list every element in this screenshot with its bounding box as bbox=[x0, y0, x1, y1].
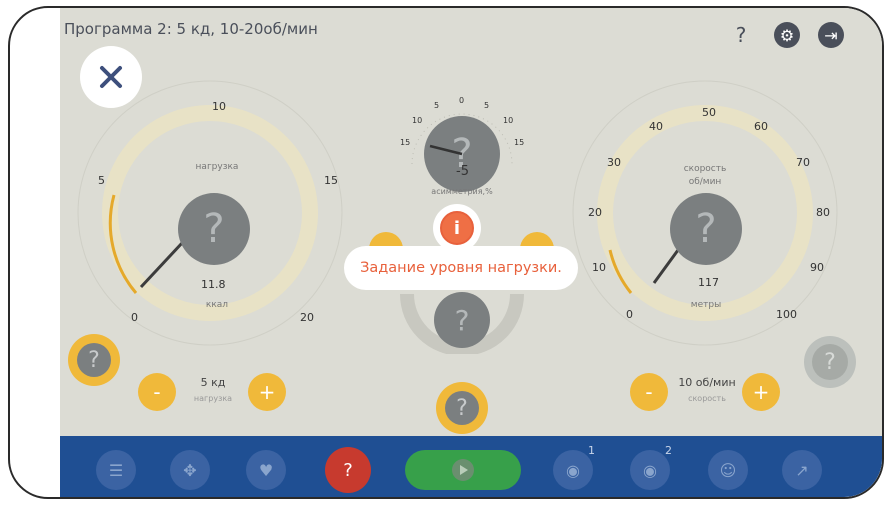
arrows-icon[interactable]: ✥ bbox=[170, 450, 210, 490]
asymmetry-tick-10-right: 10 bbox=[503, 116, 514, 125]
chart-icon[interactable]: ↗ bbox=[782, 450, 822, 490]
exit-icon[interactable]: ⇥ bbox=[818, 22, 844, 48]
right-help-button[interactable]: ? bbox=[804, 336, 856, 388]
speed-tick-80: 80 bbox=[816, 206, 830, 219]
bottom-toolbar: ☰ ✥ ♥ ? ◉ 1 ◉ 2 ☺ ↗ bbox=[60, 436, 882, 497]
center-help-button[interactable]: ? bbox=[436, 382, 488, 434]
help-icon[interactable]: ? bbox=[325, 447, 371, 493]
speed-tick-40: 40 bbox=[649, 120, 663, 133]
speed-gauge-label: скорость bbox=[683, 164, 727, 174]
heart-icon[interactable]: ♥ bbox=[246, 450, 286, 490]
question-icon[interactable]: ? bbox=[728, 22, 754, 48]
speed-tick-50: 50 bbox=[702, 106, 716, 119]
tooltip-text: Задание уровня нагрузки. bbox=[360, 260, 562, 276]
eye-icon[interactable]: ◉ 2 bbox=[630, 444, 672, 490]
speed-gauge-label-unit: об/мин bbox=[688, 177, 722, 187]
eye-badge-2: 2 bbox=[665, 444, 672, 457]
load-gauge: 0 5 10 15 20 нагрузка ? 11.8 ккал bbox=[75, 78, 345, 348]
eye-badge-1: 1 bbox=[588, 444, 595, 457]
cadence-question-icon: ? bbox=[434, 292, 490, 348]
speed-tick-90: 90 bbox=[810, 261, 824, 274]
eye-icon[interactable]: ◉ 1 bbox=[553, 444, 595, 490]
info-icon-glyph: i bbox=[440, 211, 474, 245]
asymmetry-gauge: ? 15 10 5 0 5 10 15 -5 асимметрия,% bbox=[392, 94, 532, 204]
play-icon[interactable] bbox=[405, 450, 521, 490]
speed-gauge: 0 10 20 30 40 50 60 70 80 90 100 скорост… bbox=[570, 78, 840, 348]
load-gauge-value: 11.8 bbox=[201, 278, 226, 291]
close-button[interactable] bbox=[80, 46, 142, 108]
asymmetry-tick-15-left: 15 bbox=[400, 138, 411, 147]
load-tick-5: 5 bbox=[98, 174, 105, 187]
load-gauge-unit: ккал bbox=[205, 300, 229, 310]
top-bar: Программа 2: 5 кд, 10-20об/мин ? ⚙ ⇥ bbox=[60, 8, 882, 56]
gear-icon[interactable]: ⚙ bbox=[774, 22, 800, 48]
speed-value-sub: скорость bbox=[688, 394, 726, 403]
speed-gauge-unit: метры bbox=[690, 300, 722, 310]
speed-tick-10: 10 bbox=[592, 261, 606, 274]
program-title: Программа 2: 5 кд, 10-20об/мин bbox=[64, 20, 318, 38]
speed-tick-0: 0 bbox=[626, 308, 633, 321]
load-question-icon: ? bbox=[178, 193, 250, 265]
head-icon[interactable]: ☺ bbox=[708, 450, 748, 490]
close-icon bbox=[100, 66, 122, 88]
asymmetry-label: асимметрия,% bbox=[431, 187, 493, 196]
asymmetry-tick-0: 0 bbox=[459, 96, 465, 105]
load-tick-10: 10 bbox=[212, 100, 226, 113]
speed-gauge-value: 117 bbox=[698, 276, 719, 289]
asymmetry-tick-5-left: 5 bbox=[434, 101, 440, 110]
speed-tick-60: 60 bbox=[754, 120, 768, 133]
asymmetry-value: -5 bbox=[456, 164, 469, 179]
speed-tick-70: 70 bbox=[796, 156, 810, 169]
speed-plus-button[interactable]: + bbox=[742, 373, 780, 411]
sliders-icon[interactable]: ☰ bbox=[96, 450, 136, 490]
info-icon: i bbox=[433, 204, 481, 252]
load-tick-20: 20 bbox=[300, 311, 314, 324]
speed-tick-100: 100 bbox=[776, 308, 797, 321]
asymmetry-tick-5-right: 5 bbox=[484, 101, 490, 110]
left-help-button[interactable]: ? bbox=[68, 334, 120, 386]
speed-tick-30: 30 bbox=[607, 156, 621, 169]
tooltip: Задание уровня нагрузки. bbox=[344, 246, 578, 290]
asymmetry-tick-10-left: 10 bbox=[412, 116, 423, 125]
device-frame: Программа 2: 5 кд, 10-20об/мин ? ⚙ ⇥ 0 5… bbox=[8, 6, 884, 499]
speed-tick-20: 20 bbox=[588, 206, 602, 219]
load-value-sub: нагрузка bbox=[193, 394, 233, 403]
load-tick-15: 15 bbox=[324, 174, 338, 187]
load-gauge-label: нагрузка bbox=[195, 162, 239, 172]
load-tick-0: 0 bbox=[131, 311, 138, 324]
load-value: 5 кд bbox=[200, 376, 226, 389]
load-plus-button[interactable]: + bbox=[248, 373, 286, 411]
speed-question-icon: ? bbox=[670, 193, 742, 265]
speed-value: 10 об/мин bbox=[678, 376, 736, 389]
asymmetry-tick-15-right: 15 bbox=[514, 138, 525, 147]
